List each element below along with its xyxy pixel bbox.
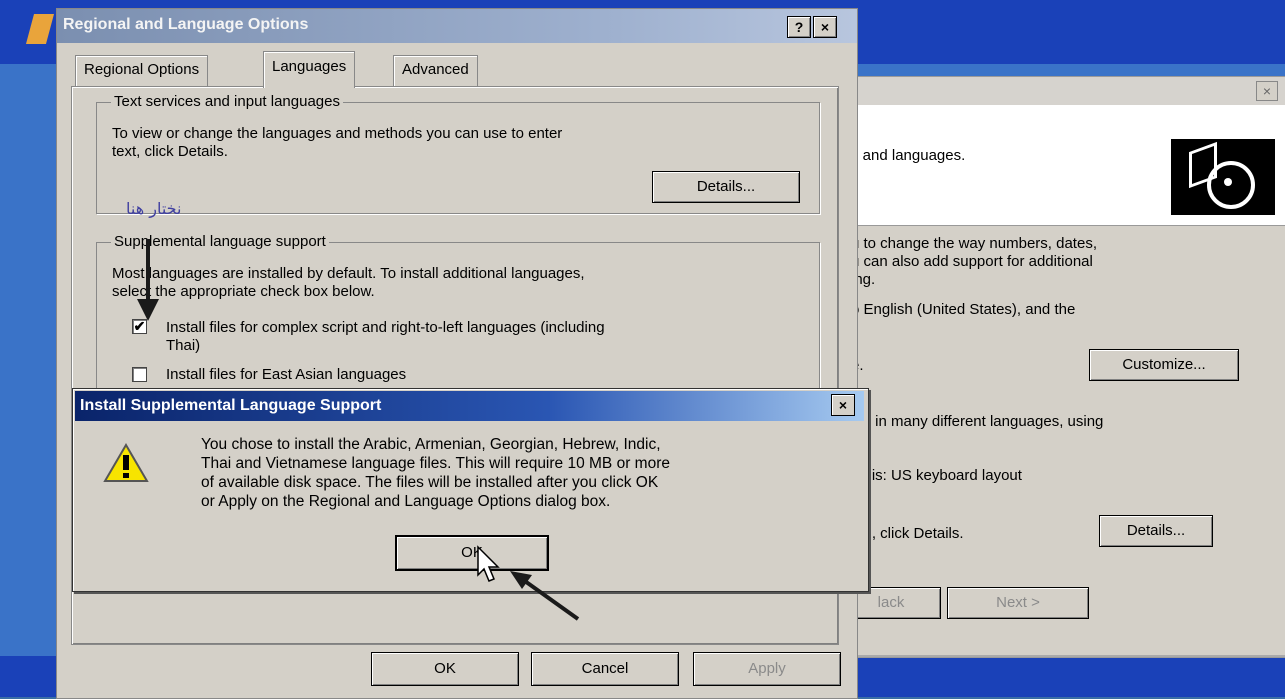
- wizard-para2: o English (United States), and the: [851, 301, 1076, 318]
- background-wizard-window: × s and languages. u to change the way n…: [820, 76, 1285, 658]
- help-button[interactable]: ?: [787, 16, 811, 38]
- supplemental-line1: Most languages are installed by default.…: [112, 265, 585, 282]
- ok-button[interactable]: OK: [371, 652, 519, 686]
- next-button[interactable]: Next >: [947, 587, 1089, 619]
- cancel-button[interactable]: Cancel: [531, 652, 679, 686]
- popup-titlebar: Install Supplemental Language Support: [75, 391, 864, 421]
- dialog-titlebar: Regional and Language Options: [57, 9, 857, 43]
- regional-language-options-dialog: Regional and Language Options ? × Region…: [56, 8, 858, 699]
- close-button[interactable]: ×: [813, 16, 837, 38]
- wizard-bottom-edge: [821, 655, 1285, 657]
- arabic-annotation: نختار هنا: [126, 199, 182, 218]
- apply-button[interactable]: Apply: [693, 652, 841, 686]
- complex-script-label-line2: Thai): [166, 337, 201, 354]
- popup-title: Install Supplemental Language Support: [80, 397, 382, 414]
- popup-message-line2: Thai and Vietnamese language files. This…: [201, 455, 670, 472]
- annotation-arrow-to-ok: [477, 545, 580, 621]
- wizard-header: s and languages.: [821, 105, 1285, 226]
- tab-languages[interactable]: Languages: [263, 51, 356, 88]
- warning-icon: [103, 443, 149, 482]
- popup-close-button[interactable]: ×: [831, 394, 855, 416]
- popup-message-line3: of available disk space. The files will …: [201, 474, 659, 491]
- cd-setup-icon: [1171, 139, 1275, 215]
- wizard-close-button[interactable]: ×: [1256, 81, 1278, 101]
- mouse-cursor-icon: [477, 545, 500, 582]
- complex-script-label-line1: Install files for complex script and rig…: [166, 319, 605, 336]
- wizard-para1-line2: u can also add support for additional: [851, 253, 1093, 270]
- wizard-titlebar: [821, 77, 1285, 105]
- tab-advanced[interactable]: Advanced: [393, 55, 478, 86]
- wizard-para5: od is: US keyboard layout: [851, 467, 1022, 484]
- east-asian-checkbox[interactable]: [132, 367, 147, 382]
- east-asian-label: Install files for East Asian languages: [166, 366, 407, 383]
- tab-regional-options[interactable]: Regional Options: [75, 55, 209, 86]
- wizard-intro-text: s and languages.: [851, 147, 966, 164]
- wizard-para4: ext in many different languages, using: [851, 413, 1104, 430]
- text-services-legend: Text services and input languages: [111, 93, 343, 110]
- dialog-title: Regional and Language Options: [63, 16, 309, 33]
- wizard-para1-line1: u to change the way numbers, dates,: [851, 235, 1097, 252]
- popup-message-line1: You chose to install the Arabic, Armenia…: [201, 436, 661, 453]
- customize-button[interactable]: Customize...: [1089, 349, 1239, 381]
- wizard-details-button[interactable]: Details...: [1099, 515, 1213, 547]
- text-services-line2: text, click Details.: [112, 143, 228, 160]
- annotation-arrow-down: [137, 239, 159, 321]
- popup-message-line4: or Apply on the Regional and Language Op…: [201, 493, 611, 510]
- text-services-line1: To view or change the languages and meth…: [112, 125, 563, 142]
- popup-message: You chose to install the Arabic, Armenia…: [201, 435, 861, 511]
- text-services-details-button[interactable]: Details...: [652, 171, 800, 203]
